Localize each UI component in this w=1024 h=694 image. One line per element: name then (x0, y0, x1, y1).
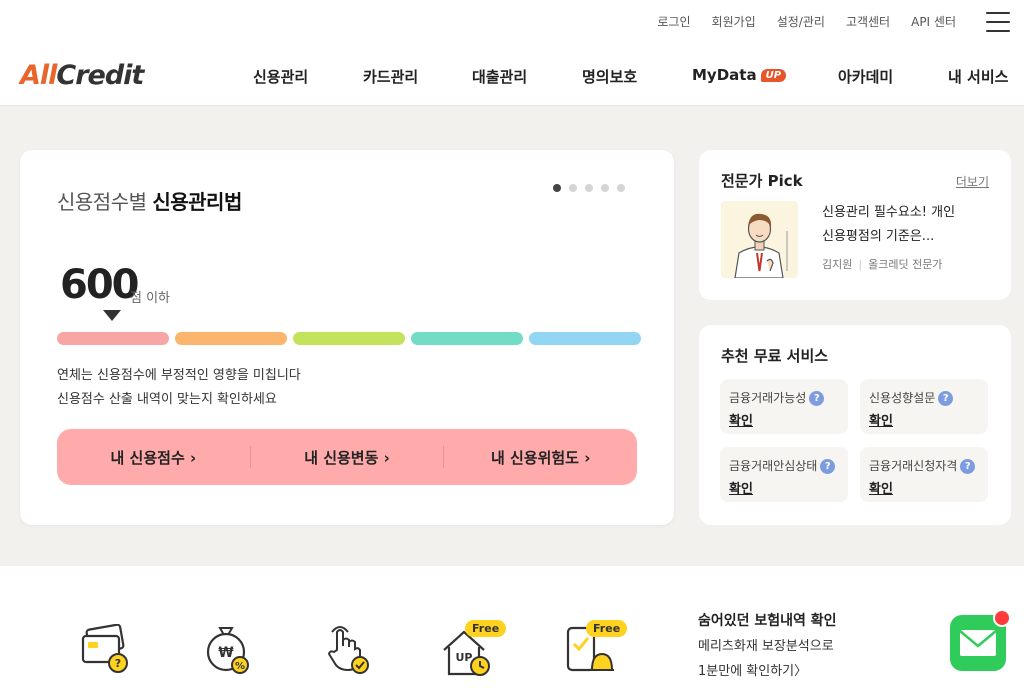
free-badge: Free (465, 620, 507, 637)
author-name: 김지원 (822, 258, 853, 271)
logo-part-all: All (20, 60, 57, 91)
service-label: 금융거래신청자격 (869, 459, 958, 473)
slide-dot[interactable] (617, 184, 625, 192)
service-label: 금융거래안심상태 (729, 459, 818, 473)
nav-my-service[interactable]: 내 서비스 (948, 66, 1008, 87)
touch-hand-icon[interactable] (320, 622, 372, 678)
service-item-credit-survey[interactable]: 신용성향설문? 확인 (860, 379, 988, 434)
article-author: 김지원 | 올크레딧 전문가 (822, 258, 943, 271)
pick-title: 전문가 Pick (721, 172, 803, 190)
card-title-light: 신용점수별 (57, 190, 153, 214)
credit-card-icon[interactable]: ? (80, 623, 132, 678)
help-icon[interactable]: ? (938, 391, 954, 406)
service-item-financial-possibility[interactable]: 금융거래가능성? 확인 (720, 379, 848, 434)
promo-line-3: 1분만에 확인하기〉 (698, 664, 808, 679)
free-badge: Free (586, 620, 628, 637)
api-center-link[interactable]: API 센터 (911, 13, 956, 30)
slide-dot[interactable] (553, 184, 561, 192)
mydata-up-badge: UP (760, 69, 787, 82)
utility-links: 로그인 회원가입 설정/관리 고객센터 API 센터 (657, 13, 956, 30)
card-title-bold: 신용관리법 (152, 190, 242, 214)
nav-mydata[interactable]: MyData UP (692, 66, 787, 84)
my-credit-risk-button[interactable]: 내 신용위험도 › (444, 447, 637, 468)
article-line-2: 신용평점의 기준은... (822, 229, 935, 244)
nav-card-management[interactable]: 카드관리 (363, 66, 418, 87)
card-description: 연체는 신용점수에 부정적인 영향을 미칩니다 신용점수 산출 내역이 맞는지 … (57, 364, 301, 412)
score-marker-icon (103, 310, 121, 321)
card-title: 신용점수별 신용관리법 (57, 186, 242, 215)
promo-line-2: 메리츠화재 보장분석으로 (698, 639, 834, 654)
svg-text:₩: ₩ (218, 645, 234, 661)
help-icon[interactable]: ? (820, 459, 836, 474)
my-credit-score-button[interactable]: 내 신용점수 › (57, 447, 250, 468)
nav-loan-management[interactable]: 대출관리 (472, 66, 527, 87)
expert-pick-card: 전문가 Pick 더보기 신용관리 필수요소! 개인 신용평점의 기준은... … (699, 150, 1011, 300)
article-line-1: 신용관리 필수요소! 개인 (822, 205, 956, 220)
insurance-promo-link[interactable]: 숨어있던 보험내역 확인 메리츠화재 보장분석으로 1분만에 확인하기〉 (698, 609, 837, 684)
logo-part-credit: Credit (56, 60, 144, 91)
nav-academy[interactable]: 아카데미 (838, 66, 893, 87)
slide-dot[interactable] (585, 184, 593, 192)
svg-text:?: ? (115, 657, 121, 670)
money-bag-icon[interactable]: ₩ % (200, 624, 252, 678)
my-credit-change-button[interactable]: 내 신용변동 › (251, 447, 444, 468)
scale-segment (57, 332, 169, 345)
scale-segment (175, 332, 287, 345)
score-value: 600 (60, 262, 139, 308)
more-link[interactable]: 더보기 (956, 173, 989, 190)
author-role: 올크레딧 전문가 (868, 258, 943, 271)
login-link[interactable]: 로그인 (657, 13, 690, 30)
svg-text:%: % (235, 661, 245, 672)
scale-segment (293, 332, 405, 345)
scale-segment (411, 332, 523, 345)
score-unit: 점 이하 (130, 291, 171, 306)
service-confirm[interactable]: 확인 (869, 410, 893, 429)
service-item-safety-status[interactable]: 금융거래안심상태? 확인 (720, 447, 848, 502)
site-header: 로그인 회원가입 설정/관리 고객센터 API 센터 AllCredit 신용관… (0, 0, 1024, 106)
service-label: 금융거래가능성 (729, 391, 807, 405)
credit-guide-card: 신용점수별 신용관리법 600 점 이하 연체는 신용점수에 부정적인 영향을 … (20, 150, 674, 525)
notification-dot (993, 609, 1011, 627)
nav-identity-protection[interactable]: 명의보호 (582, 66, 637, 87)
help-icon[interactable]: ? (809, 391, 825, 406)
nav-mydata-label: MyData (692, 66, 757, 84)
scale-segment (529, 332, 641, 345)
nav-credit-management[interactable]: 신용관리 (253, 66, 308, 87)
score-scale (57, 332, 641, 345)
service-title: 추천 무료 서비스 (721, 347, 829, 365)
settings-link[interactable]: 설정/관리 (777, 13, 825, 30)
description-line-1: 연체는 신용점수에 부정적인 영향을 미칩니다 (57, 368, 301, 383)
expert-illustration[interactable] (721, 201, 798, 278)
service-confirm[interactable]: 확인 (869, 478, 893, 497)
customer-center-link[interactable]: 고객센터 (846, 13, 890, 30)
slide-dot[interactable] (569, 184, 577, 192)
free-service-card: 추천 무료 서비스 금융거래가능성? 확인 신용성향설문? 확인 금융거래안심상… (699, 325, 1011, 525)
up-label: UP (456, 651, 473, 664)
pick-article-link[interactable]: 신용관리 필수요소! 개인 신용평점의 기준은... (822, 201, 955, 249)
help-icon[interactable]: ? (960, 459, 976, 474)
logo[interactable]: AllCredit (20, 60, 144, 91)
credit-action-bar: 내 신용점수 › 내 신용변동 › 내 신용위험도 › (57, 429, 637, 485)
slide-pagination (553, 184, 625, 192)
service-confirm[interactable]: 확인 (729, 410, 753, 429)
description-line-2: 신용점수 산출 내역이 맞는지 확인하세요 (57, 392, 277, 407)
service-item-application-eligibility[interactable]: 금융거래신청자격? 확인 (860, 447, 988, 502)
service-confirm[interactable]: 확인 (729, 478, 753, 497)
signup-link[interactable]: 회원가입 (712, 13, 756, 30)
slide-dot[interactable] (601, 184, 609, 192)
menu-icon[interactable] (986, 12, 1010, 32)
service-label: 신용성향설문 (869, 391, 936, 405)
promo-title: 숨어있던 보험내역 확인 (698, 613, 837, 629)
